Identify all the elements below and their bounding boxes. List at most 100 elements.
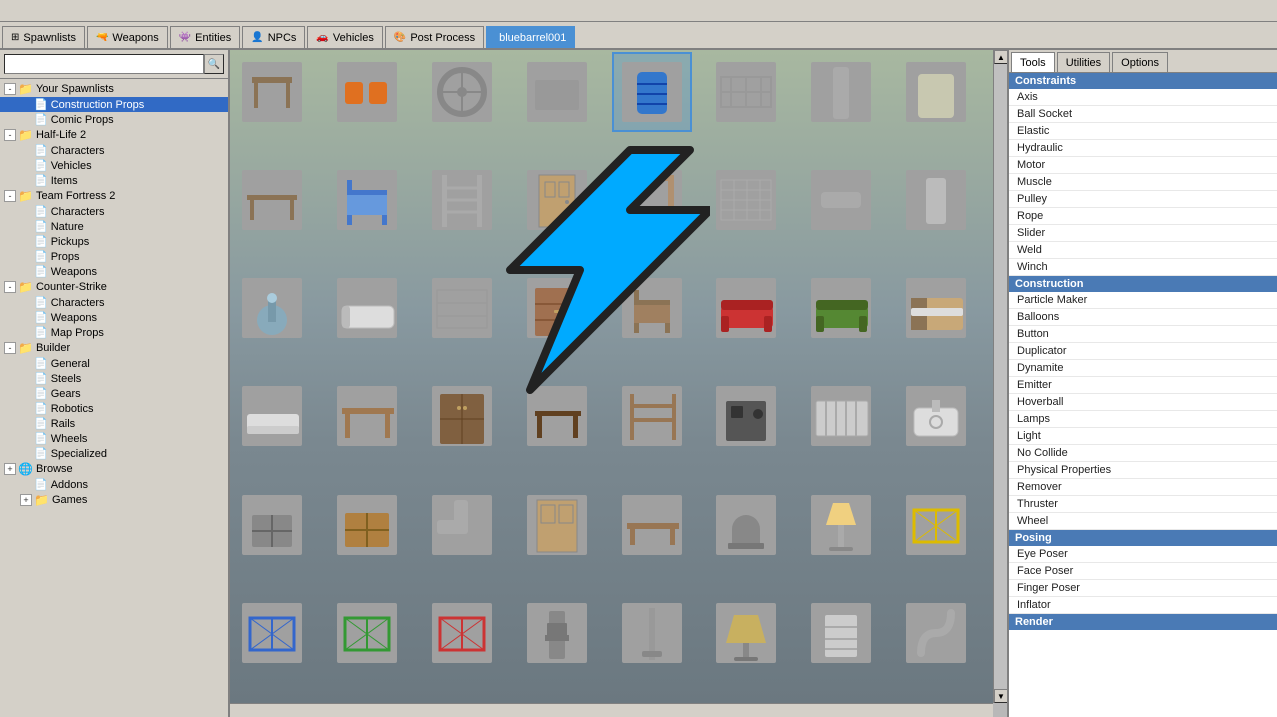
tool-item-button[interactable]: Button: [1009, 326, 1277, 343]
sprite-lampshade[interactable]: [706, 593, 786, 673]
sprite-stove[interactable]: [706, 376, 786, 456]
menu-npcs[interactable]: [24, 9, 32, 13]
tab-vehicles[interactable]: 🚗Vehicles: [307, 26, 382, 48]
sprite-dresser[interactable]: [517, 268, 597, 348]
tree-item-browse[interactable]: +🌐Browse: [0, 461, 228, 477]
tool-item-physical-properties[interactable]: Physical Properties: [1009, 462, 1277, 479]
tab-entities[interactable]: 👾Entities: [170, 26, 241, 48]
sprite-barrel-blue[interactable]: [612, 52, 692, 132]
tree-item-your-spawnlists[interactable]: -📁Your Spawnlists: [0, 81, 228, 97]
tool-item-hydraulic[interactable]: Hydraulic: [1009, 140, 1277, 157]
sprite-wheel[interactable]: [422, 52, 502, 132]
tab-bluebarrel001[interactable]: bluebarrel001: [486, 26, 575, 48]
menu-drawing[interactable]: [4, 9, 12, 13]
sprite-cage-yellow[interactable]: [896, 485, 976, 565]
scroll-up-arrow[interactable]: ▲: [994, 50, 1007, 64]
tree-item-hl2-vehicles[interactable]: 📄Vehicles: [0, 158, 228, 173]
tool-item-axis[interactable]: Axis: [1009, 89, 1277, 106]
tool-item-no-collide[interactable]: No Collide: [1009, 445, 1277, 462]
tool-item-muscle[interactable]: Muscle: [1009, 174, 1277, 191]
sprite-ladder[interactable]: [422, 160, 502, 240]
tree-toggle-browse-games[interactable]: +: [20, 494, 32, 506]
sprite-fence[interactable]: [706, 52, 786, 132]
tool-item-weld[interactable]: Weld: [1009, 242, 1277, 259]
tool-item-dynamite[interactable]: Dynamite: [1009, 360, 1277, 377]
tab-weapons[interactable]: 🔫Weapons: [87, 26, 168, 48]
sprite-lamp[interactable]: [801, 485, 881, 565]
tree-item-cs-characters[interactable]: 📄Characters: [0, 295, 228, 310]
search-input[interactable]: [4, 54, 204, 74]
tree-toggle-browse[interactable]: +: [4, 463, 16, 475]
sprite-cage-green[interactable]: [327, 593, 407, 673]
tool-item-lamps[interactable]: Lamps: [1009, 411, 1277, 428]
sprite-crate[interactable]: [327, 485, 407, 565]
sprite-table-wood[interactable]: [327, 376, 407, 456]
vertical-scrollbar[interactable]: ▲ ▼: [993, 50, 1007, 703]
sprite-door-frame[interactable]: [612, 160, 692, 240]
tree-toggle-team-fortress-2[interactable]: -: [4, 190, 16, 202]
right-tab-tools[interactable]: Tools: [1011, 52, 1055, 72]
tree-item-builder-rails[interactable]: 📄Rails: [0, 416, 228, 431]
tree-item-tf2-characters[interactable]: 📄Characters: [0, 204, 228, 219]
tree-toggle-half-life-2[interactable]: -: [4, 129, 16, 141]
tree-item-builder-general[interactable]: 📄General: [0, 356, 228, 371]
tool-item-motor[interactable]: Motor: [1009, 157, 1277, 174]
tree-item-builder-gears[interactable]: 📄Gears: [0, 386, 228, 401]
sprite-heater[interactable]: [801, 593, 881, 673]
tool-item-eye-poser[interactable]: Eye Poser: [1009, 546, 1277, 563]
tool-item-rope[interactable]: Rope: [1009, 208, 1277, 225]
tree-item-builder[interactable]: -📁Builder: [0, 340, 228, 356]
tab-postprocess[interactable]: 🎨Post Process: [385, 26, 484, 48]
sprite-tank[interactable]: [896, 52, 976, 132]
sprite-plumbing[interactable]: [896, 593, 976, 673]
tree-item-tf2-weapons[interactable]: 📄Weapons: [0, 264, 228, 279]
sprite-door2[interactable]: [517, 485, 597, 565]
tool-item-winch[interactable]: Winch: [1009, 259, 1277, 276]
tree-item-builder-steels[interactable]: 📄Steels: [0, 371, 228, 386]
sprite-bed[interactable]: [896, 268, 976, 348]
tree-item-cs-weapons[interactable]: 📄Weapons: [0, 310, 228, 325]
sprite-box-metal[interactable]: [232, 485, 312, 565]
sprite-pipe-corner[interactable]: [422, 485, 502, 565]
tool-item-remover[interactable]: Remover: [1009, 479, 1277, 496]
tree-item-builder-specialized[interactable]: 📄Specialized: [0, 446, 228, 461]
tool-item-pulley[interactable]: Pulley: [1009, 191, 1277, 208]
sprite-pole[interactable]: [612, 593, 692, 673]
horizontal-scrollbar[interactable]: [230, 703, 993, 717]
search-button[interactable]: 🔍: [204, 54, 224, 74]
sprite-drums[interactable]: [327, 52, 407, 132]
tree-item-cs-map-props[interactable]: 📄Map Props: [0, 325, 228, 340]
tool-item-thruster[interactable]: Thruster: [1009, 496, 1277, 513]
tree-item-builder-wheels[interactable]: 📄Wheels: [0, 431, 228, 446]
sprite-table-dark[interactable]: [517, 376, 597, 456]
sprite-plate[interactable]: [517, 52, 597, 132]
tree-item-hl2-characters[interactable]: 📄Characters: [0, 143, 228, 158]
right-tab-utilities[interactable]: Utilities: [1057, 52, 1110, 72]
tool-item-light[interactable]: Light: [1009, 428, 1277, 445]
sprite-pipe[interactable]: [801, 160, 881, 240]
sprite-mattress[interactable]: [232, 376, 312, 456]
sprite-fence2[interactable]: [706, 160, 786, 240]
scroll-down-arrow[interactable]: ▼: [994, 689, 1007, 703]
sprite-sink[interactable]: [896, 376, 976, 456]
tree-item-tf2-nature[interactable]: 📄Nature: [0, 219, 228, 234]
sprite-cylinder[interactable]: [896, 160, 976, 240]
sprite-table-stool[interactable]: [232, 160, 312, 240]
tree-item-browse-games[interactable]: +📁Games: [0, 492, 228, 508]
sprite-pipe-tall[interactable]: [801, 52, 881, 132]
tree-item-team-fortress-2[interactable]: -📁Team Fortress 2: [0, 188, 228, 204]
sprite-sofa-green[interactable]: [801, 268, 881, 348]
tool-item-inflator[interactable]: Inflator: [1009, 597, 1277, 614]
sprite-tombstone[interactable]: [706, 485, 786, 565]
tool-item-slider[interactable]: Slider: [1009, 225, 1277, 242]
tool-item-particle-maker[interactable]: Particle Maker: [1009, 292, 1277, 309]
tree-item-hl2-items[interactable]: 📄Items: [0, 173, 228, 188]
sprite-radiator[interactable]: [801, 376, 881, 456]
sprite-sofa-red[interactable]: [706, 268, 786, 348]
scroll-track[interactable]: [994, 64, 1007, 689]
sprite-cage-red[interactable]: [422, 593, 502, 673]
tree-item-tf2-props[interactable]: 📄Props: [0, 249, 228, 264]
tree-toggle-builder[interactable]: -: [4, 342, 16, 354]
sprite-cage-blue[interactable]: [232, 593, 312, 673]
sprite-fountain[interactable]: [232, 268, 312, 348]
